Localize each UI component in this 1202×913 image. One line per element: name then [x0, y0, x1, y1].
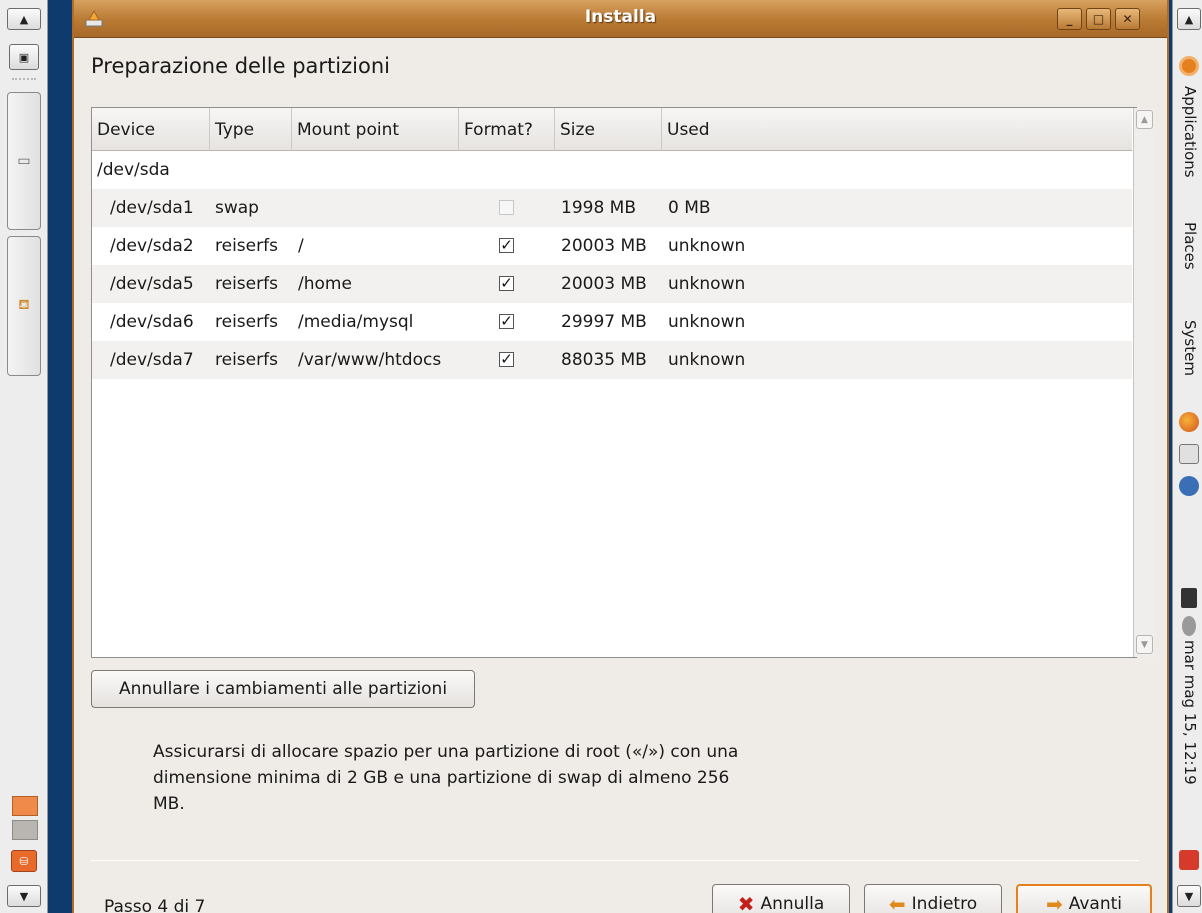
cell-used: unknown: [668, 236, 746, 256]
cell-type: swap: [215, 198, 259, 218]
cell-size: 20003 MB: [561, 236, 647, 256]
close-icon[interactable]: ✕: [1115, 8, 1140, 30]
show-desktop-icon[interactable]: ▣: [9, 44, 39, 70]
left-panel: ▲ ▣ ▭ ⛾ ⛁ ▼: [0, 0, 48, 913]
partition-hint: Assicurarsi di allocare spazio per una p…: [153, 742, 739, 814]
cell-size: 29997 MB: [561, 312, 647, 332]
table-row[interactable]: /dev/sda5 reiserfs /home ✓ 20003 MB unkn…: [92, 265, 1132, 303]
vertical-scrollbar[interactable]: ▲ ▼: [1133, 108, 1155, 657]
table-header: Device Type Mount point Format? Size Use…: [92, 108, 1132, 151]
format-checkbox[interactable]: ✓: [499, 314, 514, 329]
column-size[interactable]: Size: [555, 108, 662, 151]
cell-used: unknown: [668, 312, 746, 332]
taskbar-item-installer[interactable]: ⛾: [7, 236, 41, 376]
cell-used: unknown: [668, 350, 746, 370]
cell-mount: /var/www/htdocs: [298, 350, 442, 370]
cell-device: /dev/sda2: [110, 236, 194, 256]
ubuntu-logo-icon[interactable]: [1179, 56, 1199, 76]
step-indicator: Passo 4 di 7: [104, 897, 206, 913]
panel-down-arrow-icon[interactable]: ▼: [7, 885, 41, 907]
clock[interactable]: mar mag 15, 12:19: [1181, 640, 1199, 785]
cell-type: reiserfs: [215, 350, 278, 370]
cell-mount: /home: [298, 274, 352, 294]
cell-size: 20003 MB: [561, 274, 647, 294]
menu-places[interactable]: Places: [1181, 222, 1199, 270]
table-row[interactable]: /dev/sda2 reiserfs / ✓ 20003 MB unknown: [92, 227, 1132, 265]
undo-partition-changes-button[interactable]: Annullare i cambiamenti alle partizioni: [91, 670, 475, 708]
column-mount-point[interactable]: Mount point: [292, 108, 459, 151]
menu-system[interactable]: System: [1181, 320, 1199, 376]
format-checkbox[interactable]: ✓: [499, 276, 514, 291]
help-icon[interactable]: [1179, 476, 1199, 496]
back-button[interactable]: ⬅ Indietro: [864, 884, 1002, 913]
cell-type: reiserfs: [215, 312, 278, 332]
menu-applications[interactable]: Applications: [1181, 86, 1199, 178]
table-row-disk[interactable]: /dev/sda: [92, 151, 1132, 189]
disk-label: /dev/sda: [97, 160, 170, 180]
cell-type: reiserfs: [215, 236, 278, 256]
back-label: Indietro: [911, 894, 978, 913]
cell-device: /dev/sda7: [110, 350, 194, 370]
cancel-icon: ✖: [737, 892, 755, 913]
cell-mount: /: [298, 236, 304, 256]
format-checkbox[interactable]: ✓: [499, 352, 514, 367]
cancel-label: Annulla: [760, 894, 825, 913]
taskbar-item-terminal[interactable]: ▭: [7, 92, 41, 230]
format-checkbox: [499, 200, 514, 215]
column-device[interactable]: Device: [92, 108, 210, 151]
cell-size: 88035 MB: [561, 350, 647, 370]
cell-used: 0 MB: [668, 198, 711, 218]
network-icon[interactable]: [1181, 588, 1197, 608]
installer-icon: ⛾: [18, 297, 30, 313]
minimize-icon[interactable]: _: [1057, 8, 1082, 30]
firefox-icon[interactable]: [1179, 412, 1199, 432]
cancel-button[interactable]: ✖ Annulla: [712, 884, 850, 913]
panel-down-arrow-icon[interactable]: ▼: [1177, 885, 1201, 907]
back-arrow-icon: ⬅: [888, 892, 906, 913]
table-row[interactable]: /dev/sda6 reiserfs /media/mysql ✓ 29997 …: [92, 303, 1132, 341]
next-button[interactable]: ➡ Avanti: [1016, 884, 1152, 913]
window-titlebar[interactable]: Installa _ □ ✕: [74, 0, 1167, 38]
page-title: Preparazione delle partizioni: [91, 54, 390, 78]
cell-size: 1998 MB: [561, 198, 636, 218]
workspace-1[interactable]: [12, 796, 38, 816]
panel-up-arrow-icon[interactable]: ▲: [7, 8, 41, 30]
column-used[interactable]: Used: [662, 108, 1132, 151]
window-title: Installa: [584, 7, 657, 27]
panel-grip: [12, 78, 36, 86]
partition-table[interactable]: Device Type Mount point Format? Size Use…: [91, 107, 1155, 658]
cell-device: /dev/sda6: [110, 312, 194, 332]
cell-type: reiserfs: [215, 274, 278, 294]
column-format[interactable]: Format?: [459, 108, 555, 151]
cell-device: /dev/sda1: [110, 198, 194, 218]
cell-device: /dev/sda5: [110, 274, 194, 294]
column-type[interactable]: Type: [210, 108, 292, 151]
table-row[interactable]: /dev/sda7 reiserfs /var/www/htdocs ✓ 880…: [92, 341, 1132, 379]
logout-icon[interactable]: [1179, 850, 1199, 870]
table-row[interactable]: /dev/sda1 swap 1998 MB 0 MB: [92, 189, 1132, 227]
scroll-down-icon[interactable]: ▼: [1136, 635, 1153, 654]
trash-icon[interactable]: ⛁: [11, 850, 37, 872]
volume-icon[interactable]: [1182, 616, 1196, 636]
workspace-2[interactable]: [12, 820, 38, 840]
maximize-icon[interactable]: □: [1086, 8, 1111, 30]
installer-window: Installa _ □ ✕ Preparazione delle partiz…: [72, 0, 1169, 913]
cell-used: unknown: [668, 274, 746, 294]
cell-mount: /media/mysql: [298, 312, 414, 332]
mail-icon[interactable]: [1179, 444, 1199, 464]
format-checkbox[interactable]: ✓: [499, 238, 514, 253]
next-label: Avanti: [1068, 894, 1123, 913]
forward-arrow-icon: ➡: [1045, 892, 1063, 913]
right-panel: ▲ Applications Places System mar mag 15,…: [1172, 0, 1202, 913]
footer-separator: [91, 860, 1139, 861]
scroll-up-icon[interactable]: ▲: [1136, 110, 1153, 129]
terminal-icon: ▭: [17, 153, 31, 169]
panel-up-arrow-icon[interactable]: ▲: [1177, 8, 1201, 30]
